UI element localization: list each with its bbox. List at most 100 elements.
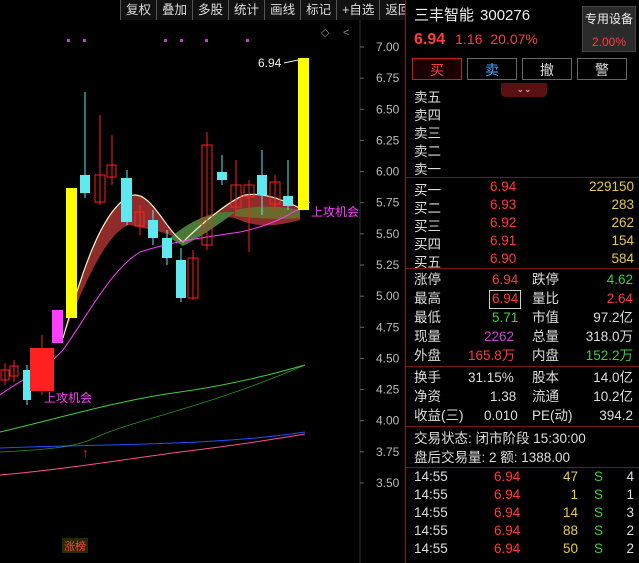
ask-row: 卖五 xyxy=(406,86,639,105)
bid-volume: 584 xyxy=(611,251,634,266)
y-tick-label: 6.00 xyxy=(376,165,400,179)
toolbar-add-watchlist[interactable]: +自选 xyxy=(336,0,379,20)
candlesticks xyxy=(0,58,309,405)
trade-buttons: 买 卖 撤 警 xyxy=(412,58,627,80)
ask-label: 卖三 xyxy=(414,126,441,141)
toolbar-mark[interactable]: 标记 xyxy=(300,0,336,20)
price-change-pct: 20.07% xyxy=(490,31,538,47)
total-volume-label: 总量 xyxy=(532,329,559,344)
volume-ratio-label: 量比 xyxy=(532,291,559,306)
chevron-left-icon[interactable]: < xyxy=(343,27,349,39)
bid-volume: 262 xyxy=(611,215,634,230)
price-alert-button[interactable]: 警 xyxy=(577,58,627,80)
buy-button[interactable]: 买 xyxy=(412,58,462,80)
volume-ratio-value: 2.64 xyxy=(606,291,633,306)
inner-volume-value: 152.2万 xyxy=(585,348,633,363)
tick-volume: 14 xyxy=(562,505,578,520)
ask-row: 卖二 xyxy=(406,140,639,159)
tick-row: 14:55 6.94 1 S 1 xyxy=(406,487,639,505)
y-tick-label: 4.50 xyxy=(376,351,400,365)
diamond-icon[interactable]: ◇ xyxy=(321,27,330,39)
ask-label: 卖五 xyxy=(414,90,441,105)
ma30-line xyxy=(0,431,306,449)
tick-row: 14:55 6.94 50 S 2 xyxy=(406,541,639,559)
market-cap-value: 97.2亿 xyxy=(593,310,633,325)
bid-price: 6.91 xyxy=(490,233,517,248)
signal-annotation-left: 上攻机会 xyxy=(44,391,92,405)
bid-label: 买一 xyxy=(414,183,441,198)
turnover-value: 31.15% xyxy=(468,370,514,385)
high-price-pointer xyxy=(283,59,299,64)
tick-volume: 50 xyxy=(562,541,578,556)
toolbar-draw-line[interactable]: 画线 xyxy=(264,0,300,20)
share-capital-value: 14.0亿 xyxy=(593,370,633,385)
stock-header: 三丰智能 300276 xyxy=(414,4,530,25)
bid-row[interactable]: 买一 6.94 229150 xyxy=(406,179,639,198)
ma60-line xyxy=(0,433,306,476)
price-change: 1.16 xyxy=(455,31,483,47)
divider xyxy=(406,177,639,178)
high-value: 6.94 xyxy=(489,290,522,309)
quote-panel: 三丰智能 300276 6.94 1.16 20.07% 专用设备 2.00% 买 卖… xyxy=(405,0,639,563)
tick-time: 14:55 xyxy=(414,541,448,556)
up-arrow-icon: ↑ xyxy=(82,445,89,460)
sector-name: 专用设备 xyxy=(584,12,633,26)
y-tick-label: 5.00 xyxy=(376,289,400,303)
bid-price: 6.93 xyxy=(490,197,517,212)
bid-row[interactable]: 买五 6.90 584 xyxy=(406,251,639,270)
sell-button[interactable]: 卖 xyxy=(467,58,517,80)
toolbar-overlay[interactable]: 叠加 xyxy=(156,0,192,20)
signal-annotation-right: 上攻机会 xyxy=(311,205,359,219)
limit-down-label: 跌停 xyxy=(532,272,559,287)
tick-price: 6.94 xyxy=(494,487,521,502)
tick-volume: 47 xyxy=(562,469,578,484)
divider xyxy=(406,268,639,269)
bid-row[interactable]: 买三 6.92 262 xyxy=(406,215,639,234)
pe-label: PE(动) xyxy=(532,408,573,423)
limit-down-value: 4.62 xyxy=(606,272,633,287)
y-tick-label: 3.75 xyxy=(376,445,400,459)
share-capital-label: 股本 xyxy=(532,370,559,385)
y-tick-label: 6.25 xyxy=(376,133,400,147)
ask-book: 卖五 卖四 卖三 卖二 卖一 xyxy=(406,86,639,177)
eps-label: 收益(三) xyxy=(414,408,464,423)
price-line: 6.94 1.16 20.07% xyxy=(414,31,538,49)
tick-price: 6.94 xyxy=(494,541,521,556)
tick-side: S xyxy=(594,523,604,538)
inner-volume-label: 内盘 xyxy=(532,348,559,363)
sector-badge[interactable]: 专用设备 2.00% xyxy=(582,6,636,52)
y-tick-label: 4.00 xyxy=(376,414,400,428)
toolbar-statistics[interactable]: 统计 xyxy=(228,0,264,20)
ask-label: 卖二 xyxy=(414,144,441,159)
y-tick-label: 5.75 xyxy=(376,196,400,210)
trade-status: 交易状态: 闭市阶段 15:30:00 xyxy=(414,431,586,446)
ask-row: 卖四 xyxy=(406,104,639,123)
net-assets-value: 1.38 xyxy=(490,389,517,404)
tick-row: 14:55 6.94 47 S 4 xyxy=(406,469,639,487)
y-tick-label: 5.25 xyxy=(376,258,400,272)
ask-row: 卖一 xyxy=(406,158,639,177)
y-tick-label: 7.00 xyxy=(376,40,400,54)
y-tick-label: 4.25 xyxy=(376,383,400,397)
kline-chart[interactable]: ◇ < 7.00 6.75 6.50 6.25 6.00 5.75 5.50 5.25 5.00… xyxy=(0,20,405,563)
toolbar-restore-rights[interactable]: 复权 xyxy=(120,0,156,20)
bid-row[interactable]: 买四 6.91 154 xyxy=(406,233,639,252)
bid-volume: 229150 xyxy=(588,179,634,194)
toolbar-multi-stock[interactable]: 多股 xyxy=(192,0,228,20)
current-volume-value: 2262 xyxy=(484,329,515,344)
kline-chart-canvas[interactable]: ◇ < 7.00 6.75 6.50 6.25 6.00 5.75 5.50 5.25 5.00… xyxy=(0,20,405,563)
current-volume-label: 现量 xyxy=(414,329,441,344)
cancel-order-button[interactable]: 撤 xyxy=(522,58,572,80)
tick-time: 14:55 xyxy=(414,469,448,484)
bid-row[interactable]: 买二 6.93 283 xyxy=(406,197,639,216)
bid-price: 6.92 xyxy=(490,215,517,230)
tick-volume: 88 xyxy=(562,523,578,538)
sector-change: 2.00% xyxy=(591,35,627,49)
tick-count: 2 xyxy=(626,523,634,538)
tick-price: 6.94 xyxy=(494,505,521,520)
turnover-label: 换手 xyxy=(414,370,441,385)
bid-label: 买三 xyxy=(414,219,441,234)
ask-label: 卖一 xyxy=(414,162,441,177)
chart-toolbar: 复权 叠加 多股 统计 画线 标记 +自选 返回 xyxy=(120,0,410,20)
y-axis: 7.00 6.75 6.50 6.25 6.00 5.75 5.50 5.25 5.00 4.75… xyxy=(360,40,400,490)
